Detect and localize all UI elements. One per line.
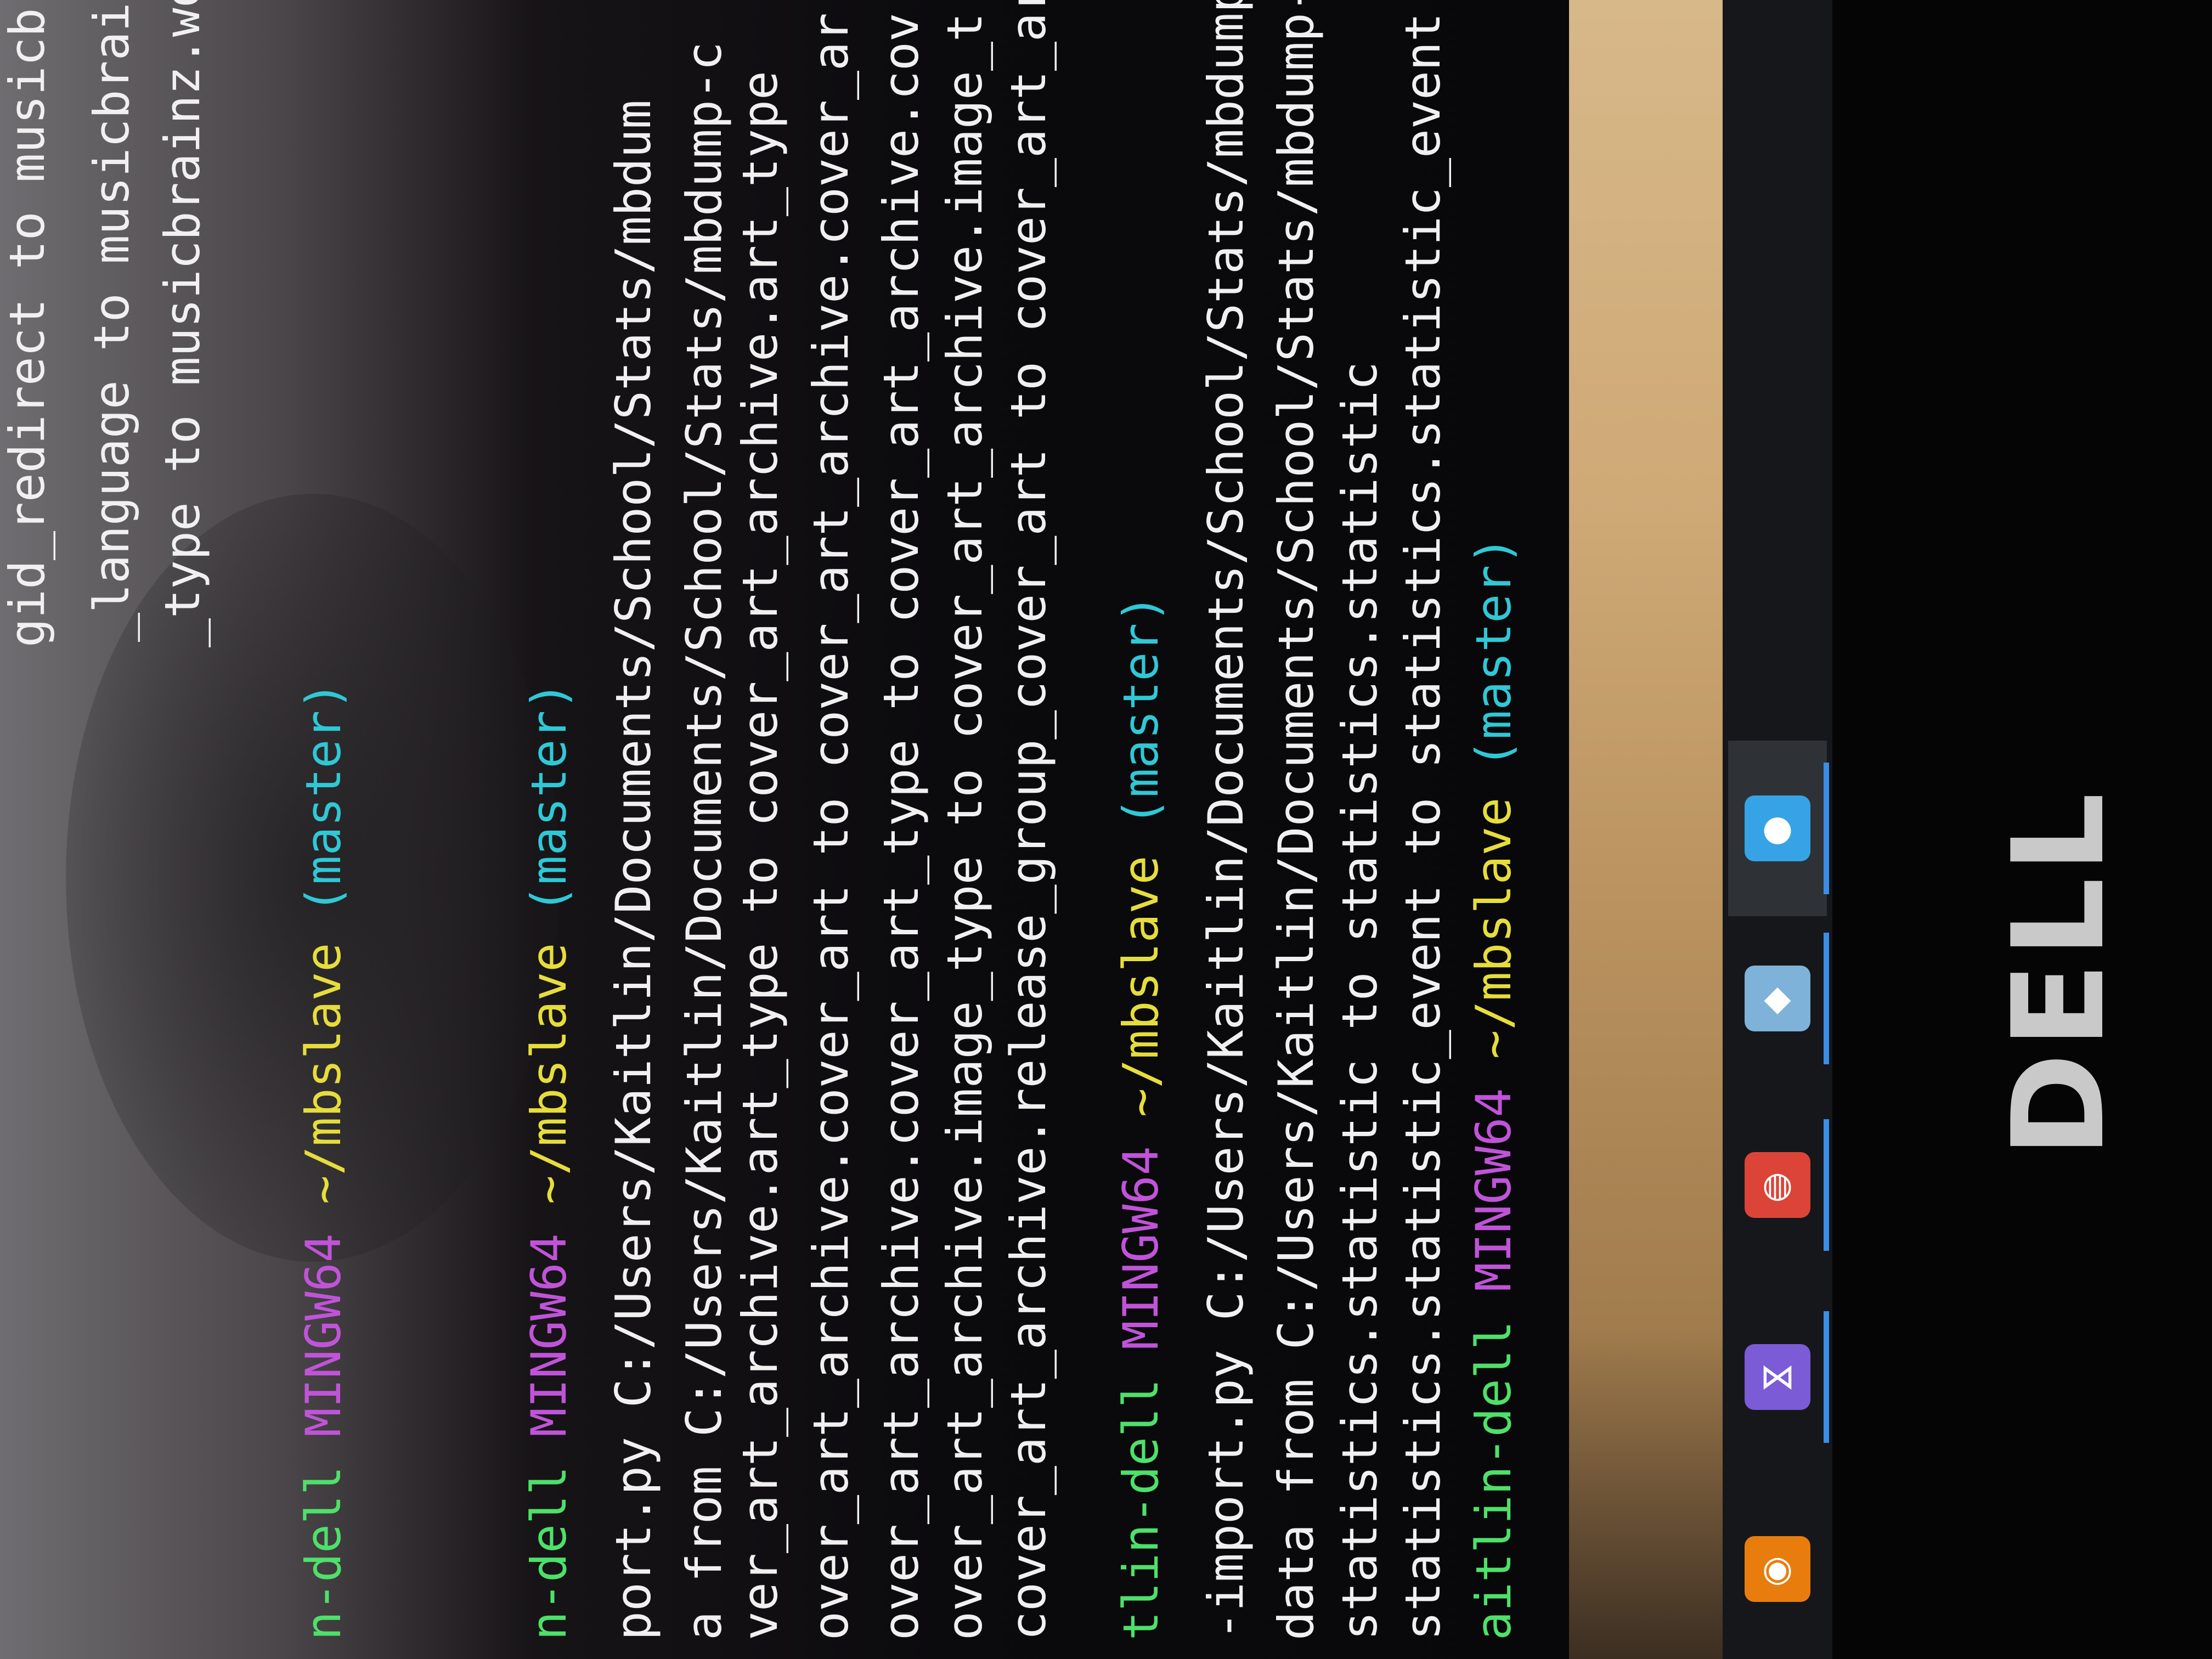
shell-prompt: n-dell MINGW64 ~/mbslave (master) [520, 681, 577, 1640]
prompt-host: MINGW64 [520, 1204, 577, 1437]
terminal-output-line: ver_art_archive.art_type to cover_art_ar… [732, 71, 789, 1640]
shell-prompt: tlin-dell MINGW64 ~/mbslave (master) [1113, 594, 1170, 1640]
prompt-path: ~/mbslave [295, 913, 352, 1205]
terminal-output-line: over_art_archive.image_type to cover_art… [936, 13, 994, 1640]
terminal-window[interactable]: gid_redirect to musicbrainz.artist_gid_r… [0, 0, 1569, 1659]
prompt-host: MINGW64 [295, 1204, 352, 1437]
prompt-user: n-dell [520, 1437, 577, 1640]
file-explorer-icon[interactable]: ◆ [1745, 966, 1810, 1031]
prompt-path: ~/mbslave [1465, 768, 1522, 1059]
terminal-output-line: statistics.statistic to statistics.stati… [1331, 361, 1388, 1640]
prompt-user: n-dell [295, 1437, 352, 1640]
prompt-user: tlin-dell [1113, 1350, 1170, 1640]
prompt-path: ~/mbslave [1113, 826, 1170, 1118]
prompt-user: aitlin-dell [1465, 1291, 1522, 1640]
prompt-branch: (master) [295, 681, 352, 914]
terminal-output-line: _type to musicbrainz.work_type [154, 0, 211, 647]
desktop-wallpaper [1569, 0, 1723, 1659]
terminal-output-line: statistics.statistic_event to statistics… [1395, 13, 1452, 1640]
app-icon[interactable]: ● [1745, 795, 1810, 861]
prompt-branch: (master) [520, 681, 577, 914]
running-indicator [1824, 933, 1829, 1064]
prompt-path: ~/mbslave [520, 913, 577, 1205]
shell-prompt: aitlin-dell MINGW64 ~/mbslave (master) [1465, 535, 1522, 1640]
terminal-output-line: a from C:/Users/Kaitlin/Documents/School… [675, 42, 732, 1640]
terminal-output-line: port.py C:/Users/Kaitlin/Documents/Schoo… [605, 100, 662, 1640]
terminal-output-line: over_art_archive.cover_art_type to cover… [873, 13, 930, 1640]
chrome-icon[interactable]: ◍ [1745, 1152, 1810, 1218]
terminal-output-line: cover_art_archive.release_group_cover_ar… [1000, 0, 1057, 1640]
shell-prompt: n-dell MINGW64 ~/mbslave (master) [295, 681, 352, 1640]
terminal-output-line: over_art_archive.cover_art to cover_art_… [802, 13, 859, 1640]
running-indicator [1824, 1119, 1829, 1251]
visual-studio-icon[interactable]: ⋈ [1745, 1344, 1810, 1410]
terminal-output-line: _language to musicbrainz.work_language [83, 0, 140, 642]
prompt-host: MINGW64 [1113, 1117, 1170, 1350]
blender-icon[interactable]: ◉ [1745, 1536, 1810, 1602]
running-indicator [1824, 763, 1829, 894]
terminal-screen: gid_redirect to musicbrainz.artist_gid_r… [0, 0, 1569, 1659]
running-indicator [1824, 1311, 1829, 1443]
prompt-host: MINGW64 [1465, 1059, 1522, 1292]
dell-logo: DELL [1986, 788, 2132, 1158]
prompt-branch: (master) [1113, 594, 1170, 827]
terminal-output-line: data from C:/Users/Kaitlin/Documents/Sch… [1268, 0, 1324, 1640]
taskbar: ◉ ⋈ ◍ ◆ ● [1723, 0, 1832, 1659]
prompt-branch: (master) [1465, 535, 1522, 769]
terminal-output-line: gid_redirect to musicbrainz.artist_gid_r… [0, 0, 55, 647]
terminal-output-line: -import.py C:/Users/Kaitlin/Documents/Sc… [1197, 0, 1254, 1640]
